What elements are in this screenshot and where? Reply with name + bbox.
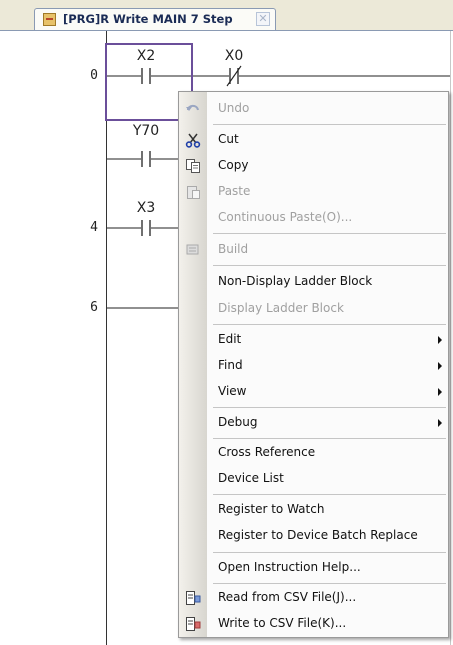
tab-strip: [PRG]R Write MAIN 7 Step ✕ — [0, 0, 453, 31]
program-icon — [43, 13, 56, 26]
menu-item-open-instruction-help[interactable]: Open Instruction Help... — [207, 555, 448, 581]
submenu-arrow-icon — [438, 362, 442, 370]
menu-item-label: Cut — [218, 132, 239, 146]
menu-item-cut[interactable]: Cut — [207, 127, 448, 153]
menu-item-label: Register to Watch — [218, 502, 325, 516]
menu-item-register-to-watch[interactable]: Register to Watch — [207, 497, 448, 523]
undo-icon — [186, 104, 199, 111]
menu-item-find[interactable]: Find — [207, 353, 448, 379]
menu-item-label: Continuous Paste(O)... — [218, 210, 353, 224]
menu-item-label: Display Ladder Block — [218, 301, 344, 315]
menu-item-cross-reference[interactable]: Cross Reference — [207, 440, 448, 466]
submenu-arrow-icon — [438, 336, 442, 344]
menu-item-label: Paste — [218, 184, 251, 198]
contact-label[interactable]: X0 — [209, 48, 259, 64]
tab-program-main[interactable]: [PRG]R Write MAIN 7 Step ✕ — [34, 8, 276, 30]
menu-item-read-from-csv[interactable]: Read from CSV File(J)... — [207, 585, 448, 611]
menu-item-undo[interactable]: Undo — [207, 96, 448, 122]
menu-item-label: Register to Device Batch Replace — [218, 528, 418, 542]
menu-item-non-display-ladder-block[interactable]: Non-Display Ladder Block — [207, 269, 448, 295]
submenu-arrow-icon — [438, 388, 442, 396]
paste-icon — [187, 186, 200, 199]
menu-item-label: View — [218, 384, 247, 398]
menu-item-label: Device List — [218, 471, 284, 485]
menu-item-build[interactable]: Build — [207, 237, 448, 263]
menu-item-label: Find — [218, 358, 243, 372]
menu-item-register-device-batch-replace[interactable]: Register to Device Batch Replace — [207, 523, 448, 549]
build-icon — [186, 244, 199, 255]
menu-item-label: Copy — [218, 158, 249, 172]
submenu-arrow-icon — [438, 419, 442, 427]
csv-write-icon — [186, 617, 201, 631]
contact-label[interactable]: Y70 — [121, 123, 171, 139]
menu-item-label: Debug — [218, 415, 258, 429]
menu-item-debug[interactable]: Debug — [207, 410, 448, 436]
menu-item-device-list[interactable]: Device List — [207, 466, 448, 492]
copy-icon — [186, 159, 200, 173]
step-number: 6 — [90, 300, 98, 315]
menu-item-copy[interactable]: Copy — [207, 153, 448, 179]
menu-item-label: Write to CSV File(K)... — [218, 616, 347, 630]
tab-title: [PRG]R Write MAIN 7 Step — [63, 12, 233, 26]
menu-item-label: Non-Display Ladder Block — [218, 274, 373, 288]
menu-item-label: Cross Reference — [218, 445, 316, 459]
contact-label[interactable]: X3 — [121, 200, 171, 216]
menu-item-write-to-csv[interactable]: Write to CSV File(K)... — [207, 611, 448, 637]
menu-item-label: Open Instruction Help... — [218, 560, 361, 574]
menu-item-continuous-paste[interactable]: Continuous Paste(O)... — [207, 205, 448, 231]
menu-item-display-ladder-block[interactable]: Display Ladder Block — [207, 296, 448, 322]
menu-item-label: Edit — [218, 332, 242, 346]
step-number: 0 — [90, 68, 98, 83]
contact-label[interactable]: X2 — [121, 48, 171, 64]
step-number: 4 — [90, 220, 98, 235]
menu-item-edit[interactable]: Edit — [207, 327, 448, 353]
menu-item-label: Build — [218, 242, 249, 256]
menu-item-paste[interactable]: Paste — [207, 179, 448, 205]
context-menu: Undo Cut Copy Paste Continuous Paste(O).… — [178, 91, 449, 638]
menu-item-label: Undo — [218, 101, 250, 115]
menu-item-view[interactable]: View — [207, 379, 448, 405]
menu-item-label: Read from CSV File(J)... — [218, 590, 357, 604]
csv-read-icon — [186, 591, 201, 605]
scissors-icon — [185, 133, 201, 148]
close-icon[interactable]: ✕ — [256, 12, 270, 26]
